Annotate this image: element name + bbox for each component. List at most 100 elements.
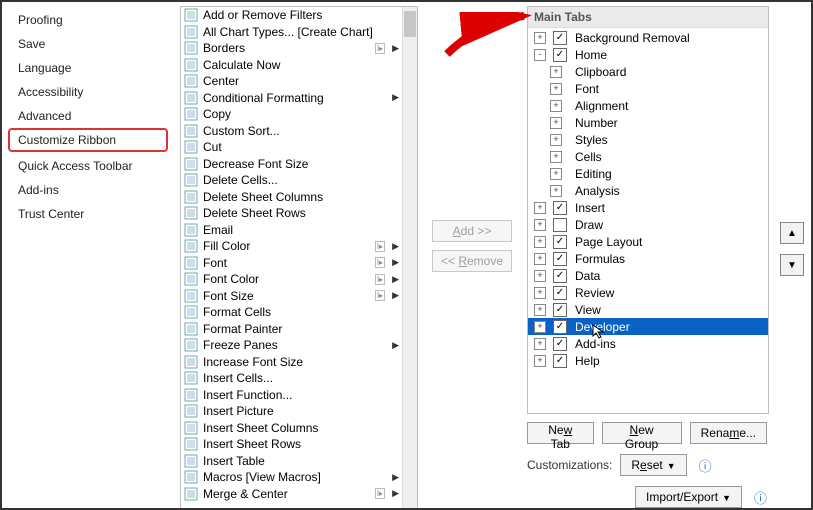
tree-item[interactable]: +Analysis [528,182,768,199]
command-item[interactable]: Calculate Now [181,57,403,74]
expander-icon[interactable]: + [550,168,562,180]
new-tab-button[interactable]: New Tab [527,422,594,444]
tree-item[interactable]: +✓Help [528,352,768,369]
expander-icon[interactable]: + [550,100,562,112]
tree-item[interactable]: +✓Developer [528,318,768,335]
command-item[interactable]: Insert Sheet Rows [181,436,403,453]
sidebar-item-save[interactable]: Save [8,32,168,56]
command-item[interactable]: Delete Cells... [181,172,403,189]
command-item[interactable]: Macros [View Macros]▶ [181,469,403,486]
checkbox[interactable]: ✓ [553,354,567,368]
checkbox[interactable]: ✓ [553,48,567,62]
command-item[interactable]: Decrease Font Size [181,156,403,173]
expander-icon[interactable]: + [550,83,562,95]
commands-listbox[interactable]: Add or Remove FiltersAll Chart Types... … [180,6,418,510]
info-icon[interactable]: ⓘ [754,488,767,507]
tree-item[interactable]: +✓Add-ins [528,335,768,352]
expander-icon[interactable]: - [534,49,546,61]
command-item[interactable]: Delete Sheet Rows [181,205,403,222]
checkbox[interactable]: ✓ [553,320,567,334]
command-item[interactable]: Insert Function... [181,387,403,404]
command-item[interactable]: All Chart Types... [Create Chart] [181,24,403,41]
expander-icon[interactable]: + [534,270,546,282]
expander-icon[interactable]: + [550,185,562,197]
command-item[interactable]: Custom Sort... [181,123,403,140]
command-item[interactable]: Insert Sheet Columns [181,420,403,437]
tree-item[interactable]: +✓Data [528,267,768,284]
command-item[interactable]: Format Cells [181,304,403,321]
checkbox[interactable]: ✓ [553,303,567,317]
main-tabs-tree[interactable]: Main Tabs +✓Background Removal-✓Home+Cli… [527,6,769,414]
command-item[interactable]: Fill ColorI▸▶ [181,238,403,255]
command-item[interactable]: Add or Remove Filters [181,7,403,24]
sidebar-item-trust-center[interactable]: Trust Center [8,202,168,226]
tree-item[interactable]: +Clipboard [528,63,768,80]
expander-icon[interactable]: + [534,287,546,299]
checkbox[interactable]: ✓ [553,235,567,249]
sidebar-item-quick-access[interactable]: Quick Access Toolbar [8,154,168,178]
tree-item[interactable]: +Font [528,80,768,97]
sidebar-item-proofing[interactable]: Proofing [8,8,168,32]
checkbox[interactable]: ✓ [553,286,567,300]
command-item[interactable]: FontI▸▶ [181,255,403,272]
sidebar-item-language[interactable]: Language [8,56,168,80]
expander-icon[interactable]: + [550,66,562,78]
tree-item[interactable]: +✓Insert [528,199,768,216]
tree-item[interactable]: +Editing [528,165,768,182]
checkbox[interactable]: ✓ [553,337,567,351]
import-export-dropdown[interactable]: Import/Export▼ [635,486,742,508]
checkbox[interactable]: ✓ [553,31,567,45]
command-item[interactable]: Insert Cells... [181,370,403,387]
add-button[interactable]: Add >> [432,220,512,242]
reset-dropdown[interactable]: Reset▼ [620,454,686,476]
tree-item[interactable]: +Cells [528,148,768,165]
command-item[interactable]: Format Painter [181,321,403,338]
command-item[interactable]: Insert Picture [181,403,403,420]
command-item[interactable]: Cut [181,139,403,156]
checkbox[interactable]: ✓ [553,269,567,283]
command-item[interactable]: Freeze Panes▶ [181,337,403,354]
command-item[interactable]: Email [181,222,403,239]
expander-icon[interactable]: + [534,253,546,265]
sidebar-item-addins[interactable]: Add-ins [8,178,168,202]
checkbox[interactable] [553,218,567,232]
remove-button[interactable]: << Remove [432,250,512,272]
tree-item[interactable]: +Alignment [528,97,768,114]
expander-icon[interactable]: + [534,219,546,231]
tree-item[interactable]: -✓Home [528,46,768,63]
expander-icon[interactable]: + [534,321,546,333]
tree-item[interactable]: +Styles [528,131,768,148]
new-group-button[interactable]: New Group [602,422,682,444]
expander-icon[interactable]: + [550,151,562,163]
command-item[interactable]: Conditional Formatting▶ [181,90,403,107]
expander-icon[interactable]: + [550,134,562,146]
move-down-button[interactable]: ▼ [780,254,804,276]
command-item[interactable]: Merge & CenterI▸▶ [181,486,403,503]
tree-item[interactable]: +Draw [528,216,768,233]
rename-button[interactable]: Rename... [690,422,767,444]
expander-icon[interactable]: + [534,304,546,316]
sidebar-item-advanced[interactable]: Advanced [8,104,168,128]
command-item[interactable]: Font ColorI▸▶ [181,271,403,288]
tree-item[interactable]: +Number [528,114,768,131]
expander-icon[interactable]: + [534,236,546,248]
checkbox[interactable]: ✓ [553,252,567,266]
tree-item[interactable]: +✓View [528,301,768,318]
sidebar-item-customize-ribbon[interactable]: Customize Ribbon [8,128,168,152]
command-item[interactable]: Copy [181,106,403,123]
expander-icon[interactable]: + [534,355,546,367]
command-item[interactable]: Font SizeI▸▶ [181,288,403,305]
command-item[interactable]: BordersI▸▶ [181,40,403,57]
sidebar-item-accessibility[interactable]: Accessibility [8,80,168,104]
scrollbar[interactable] [402,7,417,509]
expander-icon[interactable]: + [534,338,546,350]
tree-item[interactable]: +✓Background Removal [528,29,768,46]
tree-item[interactable]: +✓Page Layout [528,233,768,250]
move-up-button[interactable]: ▲ [780,222,804,244]
tree-item[interactable]: +✓Formulas [528,250,768,267]
command-item[interactable]: Increase Font Size [181,354,403,371]
expander-icon[interactable]: + [534,32,546,44]
expander-icon[interactable]: + [550,117,562,129]
command-item[interactable]: Insert Table [181,453,403,470]
tree-item[interactable]: +✓Review [528,284,768,301]
